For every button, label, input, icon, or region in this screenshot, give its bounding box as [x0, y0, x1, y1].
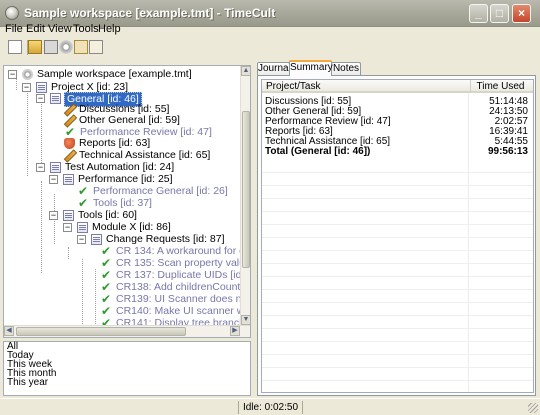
column-header-task[interactable]: Project/Task — [266, 80, 320, 93]
settings-icon[interactable] — [59, 40, 73, 54]
tree-connector — [41, 98, 42, 167]
empty-grid-area — [262, 160, 533, 392]
app-clock-icon[interactable] — [5, 6, 19, 20]
resize-grip-icon[interactable] — [528, 403, 538, 413]
project-icon — [50, 93, 61, 104]
project-icon — [77, 222, 88, 233]
collapse-toggle-icon[interactable]: − — [36, 94, 45, 103]
menu-bar: File Edit View Tools Help — [0, 23, 540, 37]
toolbar — [0, 37, 540, 58]
menu-view[interactable]: View — [48, 23, 72, 35]
table-total-row[interactable]: Total (General [id: 46]) 99:56:13 — [262, 147, 533, 157]
tree-item-label: Sample workspace [example.tmt] — [37, 68, 192, 80]
collapse-toggle-icon[interactable]: − — [63, 223, 72, 232]
tab-notes[interactable]: Notes — [331, 62, 361, 75]
tree-connector — [27, 85, 28, 176]
tree-vertical-scrollbar[interactable]: ▲ ▼ — [240, 66, 250, 325]
tree-connector — [41, 181, 42, 273]
idle-timer: Idle: 0:02:50 — [238, 401, 303, 414]
menu-help[interactable]: Help — [98, 23, 121, 35]
scroll-thumb[interactable] — [16, 327, 186, 336]
tree-icon[interactable] — [74, 40, 88, 54]
filter-option[interactable]: This year — [4, 378, 250, 388]
menu-file[interactable]: File — [5, 23, 23, 35]
scroll-left-icon[interactable]: ◀ — [4, 326, 14, 336]
summary-table[interactable]: Project/Task Time Used Discussions [id: … — [261, 79, 534, 393]
menu-edit[interactable]: Edit — [26, 23, 45, 35]
column-header-time[interactable]: Time Used — [470, 80, 530, 93]
time-filter-list[interactable]: All Today This week This month This year — [3, 341, 251, 396]
menu-tools[interactable]: Tools — [73, 23, 99, 35]
open-folder-icon[interactable] — [28, 40, 42, 54]
bug-icon — [64, 138, 75, 149]
collapse-toggle-icon[interactable]: − — [49, 175, 58, 184]
tree-horizontal-scrollbar[interactable]: ◀ ▶ — [4, 325, 250, 337]
tree-connector — [54, 221, 55, 244]
filter-option[interactable]: All — [4, 342, 250, 352]
maximize-button[interactable]: □ — [490, 4, 509, 23]
collapse-toggle-icon[interactable]: − — [36, 163, 45, 172]
collapse-toggle-icon[interactable]: − — [22, 83, 31, 92]
pane-splitter[interactable] — [253, 65, 256, 396]
minimize-button[interactable]: _ — [469, 4, 488, 23]
scroll-up-icon[interactable]: ▲ — [241, 66, 250, 76]
scroll-right-icon[interactable]: ▶ — [230, 326, 240, 336]
collapse-toggle-icon[interactable]: − — [49, 211, 58, 220]
collapse-toggle-icon[interactable]: − — [77, 235, 86, 244]
tab-summary[interactable]: Summary — [289, 60, 333, 76]
close-button[interactable]: × — [512, 4, 531, 23]
save-icon[interactable] — [44, 40, 58, 54]
total-task-cell: Total (General [id: 46]) — [265, 146, 371, 157]
window-title: Sample workspace [example.tmt] - TimeCul… — [24, 6, 276, 20]
tree-connector — [68, 247, 69, 259]
edit-icon[interactable] — [89, 40, 103, 54]
workspace-icon — [22, 69, 33, 80]
table-header: Project/Task Time Used — [262, 80, 533, 93]
project-icon — [63, 174, 74, 185]
tree-connector — [82, 259, 83, 334]
tab-journal[interactable]: Journal — [257, 62, 291, 75]
new-file-icon[interactable] — [8, 40, 22, 54]
project-icon — [50, 162, 61, 173]
status-bar: Idle: 0:02:50 — [0, 398, 540, 415]
summary-panel: Project/Task Time Used Discussions [id: … — [257, 75, 536, 396]
total-time-cell: 99:56:13 — [487, 146, 528, 157]
tree-item-workspace[interactable]: − Sample workspace [example.tmt] — [8, 68, 193, 81]
task-tree[interactable]: − Sample workspace [example.tmt] − Proje… — [3, 65, 251, 338]
collapse-toggle-icon[interactable]: − — [8, 70, 17, 79]
scroll-down-icon[interactable]: ▼ — [241, 315, 250, 325]
pencil-icon — [64, 150, 75, 161]
checkmark-icon: ✔ — [77, 196, 89, 210]
project-icon — [63, 210, 74, 221]
scroll-thumb[interactable] — [242, 111, 250, 268]
